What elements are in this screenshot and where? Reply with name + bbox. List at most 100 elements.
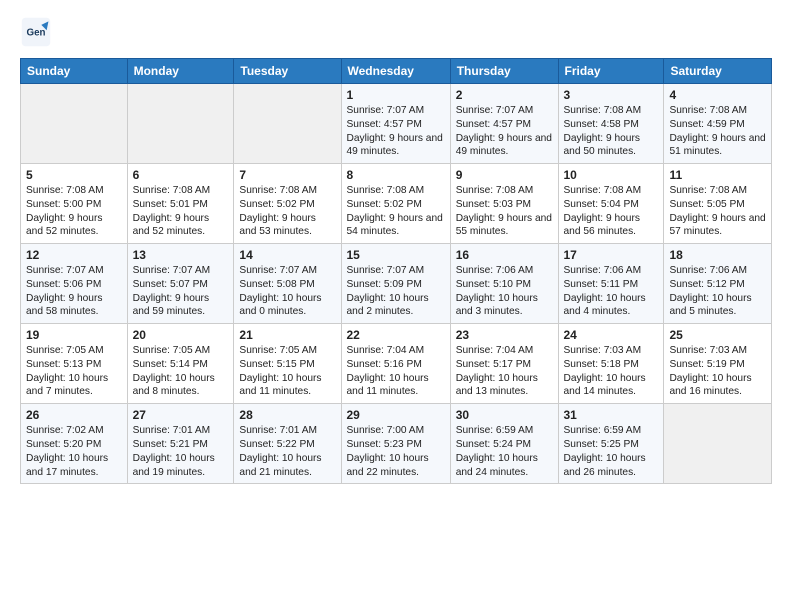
day-info: Sunrise: 7:05 AM Sunset: 5:15 PM Dayligh… [239,344,335,399]
day-info: Sunrise: 7:07 AM Sunset: 5:07 PM Dayligh… [133,264,229,319]
weekday-header-sunday: Sunday [21,59,128,84]
day-number: 12 [26,248,122,262]
day-info: Sunrise: 7:08 AM Sunset: 4:58 PM Dayligh… [564,104,659,159]
calendar-cell: 15 Sunrise: 7:07 AM Sunset: 5:09 PM Dayli… [341,244,450,324]
day-info: Sunrise: 6:59 AM Sunset: 5:24 PM Dayligh… [456,424,553,479]
week-row-3: 19 Sunrise: 7:05 AM Sunset: 5:13 PM Dayli… [21,324,772,404]
day-info: Sunrise: 7:08 AM Sunset: 5:05 PM Dayligh… [669,184,766,239]
day-number: 23 [456,328,553,342]
week-row-4: 26 Sunrise: 7:02 AM Sunset: 5:20 PM Dayli… [21,404,772,484]
day-number: 14 [239,248,335,262]
calendar-cell: 17 Sunrise: 7:06 AM Sunset: 5:11 PM Dayli… [558,244,664,324]
calendar-cell: 27 Sunrise: 7:01 AM Sunset: 5:21 PM Dayli… [127,404,234,484]
calendar-cell: 24 Sunrise: 7:03 AM Sunset: 5:18 PM Dayli… [558,324,664,404]
svg-text:Gen: Gen [27,28,46,39]
day-info: Sunrise: 7:08 AM Sunset: 5:02 PM Dayligh… [239,184,335,239]
calendar-cell: 1 Sunrise: 7:07 AM Sunset: 4:57 PM Daylig… [341,84,450,164]
day-number: 15 [347,248,445,262]
calendar-cell: 3 Sunrise: 7:08 AM Sunset: 4:58 PM Daylig… [558,84,664,164]
day-number: 4 [669,88,766,102]
weekday-header-monday: Monday [127,59,234,84]
day-number: 19 [26,328,122,342]
day-info: Sunrise: 7:08 AM Sunset: 4:59 PM Dayligh… [669,104,766,159]
weekday-header-row: SundayMondayTuesdayWednesdayThursdayFrid… [21,59,772,84]
day-info: Sunrise: 7:02 AM Sunset: 5:20 PM Dayligh… [26,424,122,479]
calendar-cell: 11Sunrise: 7:08 AM Sunset: 5:05 PM Dayli… [664,164,772,244]
day-info: Sunrise: 7:07 AM Sunset: 4:57 PM Dayligh… [347,104,445,159]
day-info: Sunrise: 7:07 AM Sunset: 4:57 PM Dayligh… [456,104,553,159]
day-number: 7 [239,168,335,182]
day-number: 9 [456,168,553,182]
day-number: 5 [26,168,122,182]
day-number: 1 [347,88,445,102]
weekday-header-wednesday: Wednesday [341,59,450,84]
day-number: 20 [133,328,229,342]
calendar-cell: 28 Sunrise: 7:01 AM Sunset: 5:22 PM Dayli… [234,404,341,484]
day-number: 10 [564,168,659,182]
calendar-cell: 8Sunrise: 7:08 AM Sunset: 5:02 PM Daylig… [341,164,450,244]
weekday-header-friday: Friday [558,59,664,84]
day-number: 28 [239,408,335,422]
day-info: Sunrise: 7:06 AM Sunset: 5:12 PM Dayligh… [669,264,766,319]
calendar-cell: 22Sunrise: 7:04 AM Sunset: 5:16 PM Dayli… [341,324,450,404]
weekday-header-tuesday: Tuesday [234,59,341,84]
calendar-cell: 20 Sunrise: 7:05 AM Sunset: 5:14 PM Dayli… [127,324,234,404]
day-number: 27 [133,408,229,422]
calendar-cell: 29 Sunrise: 7:00 AM Sunset: 5:23 PM Dayli… [341,404,450,484]
calendar-cell [234,84,341,164]
day-info: Sunrise: 7:08 AM Sunset: 5:04 PM Dayligh… [564,184,659,239]
day-info: Sunrise: 7:08 AM Sunset: 5:01 PM Dayligh… [133,184,229,239]
day-number: 2 [456,88,553,102]
day-info: Sunrise: 7:07 AM Sunset: 5:08 PM Dayligh… [239,264,335,319]
day-number: 21 [239,328,335,342]
day-number: 18 [669,248,766,262]
day-info: Sunrise: 6:59 AM Sunset: 5:25 PM Dayligh… [564,424,659,479]
day-info: Sunrise: 7:06 AM Sunset: 5:10 PM Dayligh… [456,264,553,319]
day-info: Sunrise: 7:00 AM Sunset: 5:23 PM Dayligh… [347,424,445,479]
calendar-cell [21,84,128,164]
calendar-cell: 31 Sunrise: 6:59 AM Sunset: 5:25 PM Dayli… [558,404,664,484]
calendar-cell: 2 Sunrise: 7:07 AM Sunset: 4:57 PM Daylig… [450,84,558,164]
day-info: Sunrise: 7:01 AM Sunset: 5:22 PM Dayligh… [239,424,335,479]
calendar-cell: 26 Sunrise: 7:02 AM Sunset: 5:20 PM Dayli… [21,404,128,484]
day-number: 8 [347,168,445,182]
calendar-cell: 21 Sunrise: 7:05 AM Sunset: 5:15 PM Dayli… [234,324,341,404]
calendar-cell: 4 Sunrise: 7:08 AM Sunset: 4:59 PM Daylig… [664,84,772,164]
week-row-0: 1 Sunrise: 7:07 AM Sunset: 4:57 PM Daylig… [21,84,772,164]
day-info: Sunrise: 7:08 AM Sunset: 5:00 PM Dayligh… [26,184,122,239]
day-info: Sunrise: 7:08 AM Sunset: 5:03 PM Dayligh… [456,184,553,239]
day-info: Sunrise: 7:03 AM Sunset: 5:18 PM Dayligh… [564,344,659,399]
day-info: Sunrise: 7:05 AM Sunset: 5:13 PM Dayligh… [26,344,122,399]
day-number: 30 [456,408,553,422]
calendar-cell: 30 Sunrise: 6:59 AM Sunset: 5:24 PM Dayli… [450,404,558,484]
day-number: 29 [347,408,445,422]
day-info: Sunrise: 7:05 AM Sunset: 5:14 PM Dayligh… [133,344,229,399]
day-info: Sunrise: 7:04 AM Sunset: 5:17 PM Dayligh… [456,344,553,399]
day-number: 22 [347,328,445,342]
calendar-cell: 7 Sunrise: 7:08 AM Sunset: 5:02 PM Daylig… [234,164,341,244]
day-number: 13 [133,248,229,262]
day-number: 3 [564,88,659,102]
day-info: Sunrise: 7:06 AM Sunset: 5:11 PM Dayligh… [564,264,659,319]
weekday-header-saturday: Saturday [664,59,772,84]
week-row-2: 12Sunrise: 7:07 AM Sunset: 5:06 PM Dayli… [21,244,772,324]
day-number: 6 [133,168,229,182]
calendar-cell: 25 Sunrise: 7:03 AM Sunset: 5:19 PM Dayli… [664,324,772,404]
calendar-cell: 6 Sunrise: 7:08 AM Sunset: 5:01 PM Daylig… [127,164,234,244]
day-number: 17 [564,248,659,262]
week-row-1: 5 Sunrise: 7:08 AM Sunset: 5:00 PM Daylig… [21,164,772,244]
calendar-cell: 10 Sunrise: 7:08 AM Sunset: 5:04 PM Dayli… [558,164,664,244]
calendar-cell [664,404,772,484]
day-info: Sunrise: 7:01 AM Sunset: 5:21 PM Dayligh… [133,424,229,479]
day-number: 25 [669,328,766,342]
calendar-cell: 12Sunrise: 7:07 AM Sunset: 5:06 PM Dayli… [21,244,128,324]
logo: Gen [20,16,56,48]
day-number: 16 [456,248,553,262]
day-info: Sunrise: 7:07 AM Sunset: 5:09 PM Dayligh… [347,264,445,319]
calendar-cell: 14 Sunrise: 7:07 AM Sunset: 5:08 PM Dayli… [234,244,341,324]
day-number: 31 [564,408,659,422]
day-number: 26 [26,408,122,422]
day-number: 24 [564,328,659,342]
day-info: Sunrise: 7:03 AM Sunset: 5:19 PM Dayligh… [669,344,766,399]
logo-icon: Gen [20,16,52,48]
